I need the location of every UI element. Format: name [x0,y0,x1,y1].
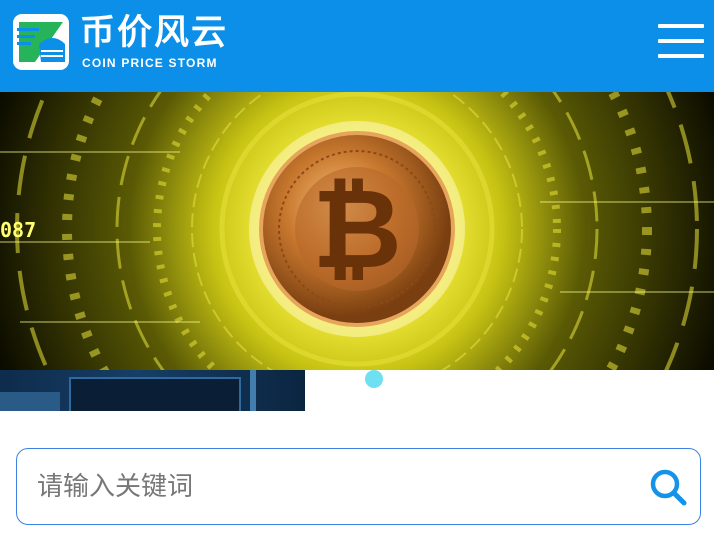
search-input[interactable] [37,449,637,524]
hamburger-menu-icon[interactable] [658,22,704,60]
search-icon[interactable] [649,468,687,506]
bitcoin-banner-image: 087 ₿ [0,92,714,370]
brand-name[interactable]: 币价风云 [80,12,228,54]
hero-banner[interactable]: 087 ₿ [0,92,714,370]
brand-tagline: COIN PRICE STORM [82,56,218,70]
bitcoin-symbol-icon: ₿ [312,165,402,293]
brand-logo-icon[interactable] [13,14,69,70]
search-box [16,448,701,525]
site-header: 币价风云 COIN PRICE STORM [0,0,714,92]
next-slide-peek[interactable] [0,370,305,411]
hud-text: 087 [0,218,36,242]
carousel-dot[interactable] [365,370,383,388]
